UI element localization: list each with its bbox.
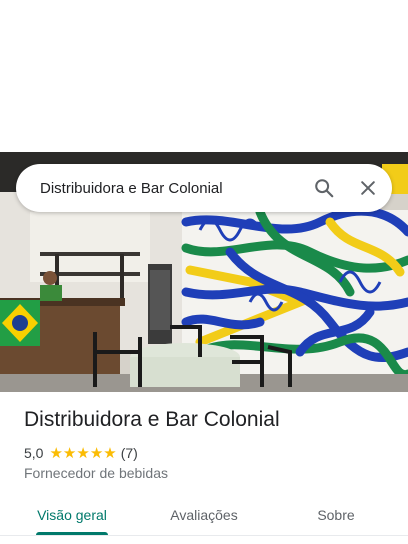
tab-about[interactable]: Sobre [286,496,386,534]
tab-reviews[interactable]: Avaliações [154,496,254,534]
place-title: Distribuidora e Bar Colonial [24,408,280,431]
rating-value: 5,0 [24,445,44,461]
star-icon: ★ [89,444,104,462]
place-tabs: Visão geral Avaliações Sobre [0,496,408,540]
search-bar[interactable]: Distribuidora e Bar Colonial [16,164,392,212]
review-count[interactable]: (7) [121,445,138,461]
rating-row[interactable]: 5,0 ★ ★ ★ ★ ★ (7) [24,444,138,462]
star-icon: ★ [76,444,90,462]
map-blank-area [0,0,408,152]
search-icon[interactable] [304,168,344,208]
star-rating: ★ ★ ★ ★ ★ [49,446,116,461]
tabs-divider [0,535,408,536]
star-icon: ★ [103,444,117,462]
tab-overview[interactable]: Visão geral [22,496,122,534]
star-icon: ★ [62,444,77,462]
place-category[interactable]: Fornecedor de bebidas [24,465,168,481]
close-icon[interactable] [348,168,388,208]
search-query-text[interactable]: Distribuidora e Bar Colonial [40,180,304,197]
star-icon: ★ [49,444,63,462]
